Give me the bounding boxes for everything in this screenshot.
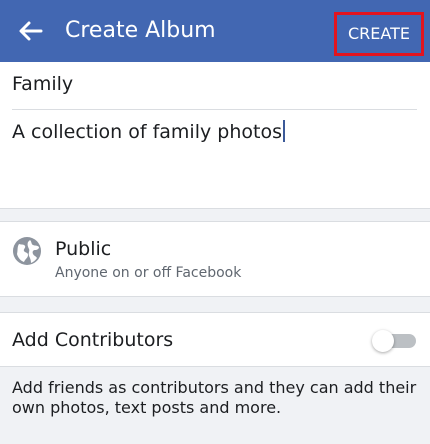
globe-icon [13, 237, 41, 265]
contributors-help: Add friends as contributors and they can… [0, 367, 430, 444]
album-name-value: Family [12, 73, 74, 95]
section-divider [0, 296, 430, 313]
album-description-field[interactable]: A collection of family photos [12, 120, 417, 143]
section-divider [0, 208, 430, 222]
contributors-help-text: Add friends as contributors and they can… [12, 378, 417, 417]
create-button[interactable]: CREATE [334, 12, 424, 56]
privacy-subtitle: Anyone on or off Facebook [55, 265, 242, 281]
album-name-field[interactable]: Family [12, 70, 417, 110]
add-contributors-toggle[interactable] [372, 330, 418, 354]
album-description-value: A collection of family photos [12, 121, 282, 143]
app-bar: Create Album CREATE [0, 0, 430, 62]
privacy-title: Public [55, 238, 112, 260]
add-contributors-row: Add Contributors [0, 313, 430, 367]
privacy-selector[interactable]: Public Anyone on or off Facebook [0, 222, 430, 296]
toggle-knob [372, 330, 394, 352]
arrow-left-icon[interactable] [16, 17, 44, 45]
add-contributors-label: Add Contributors [12, 329, 174, 351]
page-title: Create Album [65, 18, 216, 43]
text-cursor [282, 120, 285, 142]
